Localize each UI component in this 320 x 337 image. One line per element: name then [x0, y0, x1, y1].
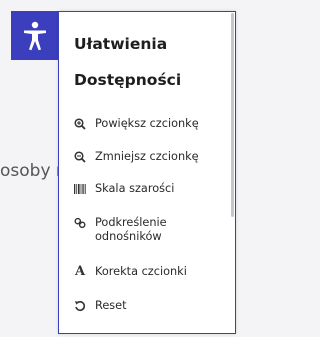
underline-links-button[interactable]: Podkreślenie odnośników	[73, 216, 231, 244]
increase-font-label: Powiększ czcionkę	[95, 117, 199, 130]
reset-button[interactable]: Reset	[73, 299, 231, 313]
increase-font-button[interactable]: Powiększ czcionkę	[73, 117, 231, 131]
grayscale-label: Skala szarości	[95, 182, 175, 195]
font-icon: A	[74, 264, 86, 279]
underline-links-label: Podkreślenie odnośników	[95, 216, 167, 243]
reset-icon	[73, 299, 87, 313]
zoom-out-icon	[73, 150, 87, 164]
decrease-font-button[interactable]: Zmniejsz czcionkę	[73, 150, 231, 164]
panel-scrollbar[interactable]	[231, 13, 234, 217]
grayscale-button[interactable]: Skala szarości	[73, 182, 231, 196]
decrease-font-label: Zmniejsz czcionkę	[95, 150, 199, 163]
grayscale-icon	[73, 182, 87, 196]
readable-font-label: Korekta czcionki	[95, 265, 187, 278]
readable-font-button[interactable]: A Korekta czcionki	[73, 265, 231, 279]
accessibility-person-icon	[23, 21, 46, 50]
link-icon	[73, 216, 87, 230]
panel-title: Ułatwienia Dostępności	[74, 35, 182, 89]
accessibility-toggle-button[interactable]	[11, 11, 58, 60]
accessibility-panel: Ułatwienia Dostępności Powiększ czcionkę…	[58, 11, 236, 334]
zoom-in-icon	[73, 117, 87, 131]
page-background-text: osoby n	[0, 161, 67, 181]
reset-label: Reset	[95, 299, 127, 312]
